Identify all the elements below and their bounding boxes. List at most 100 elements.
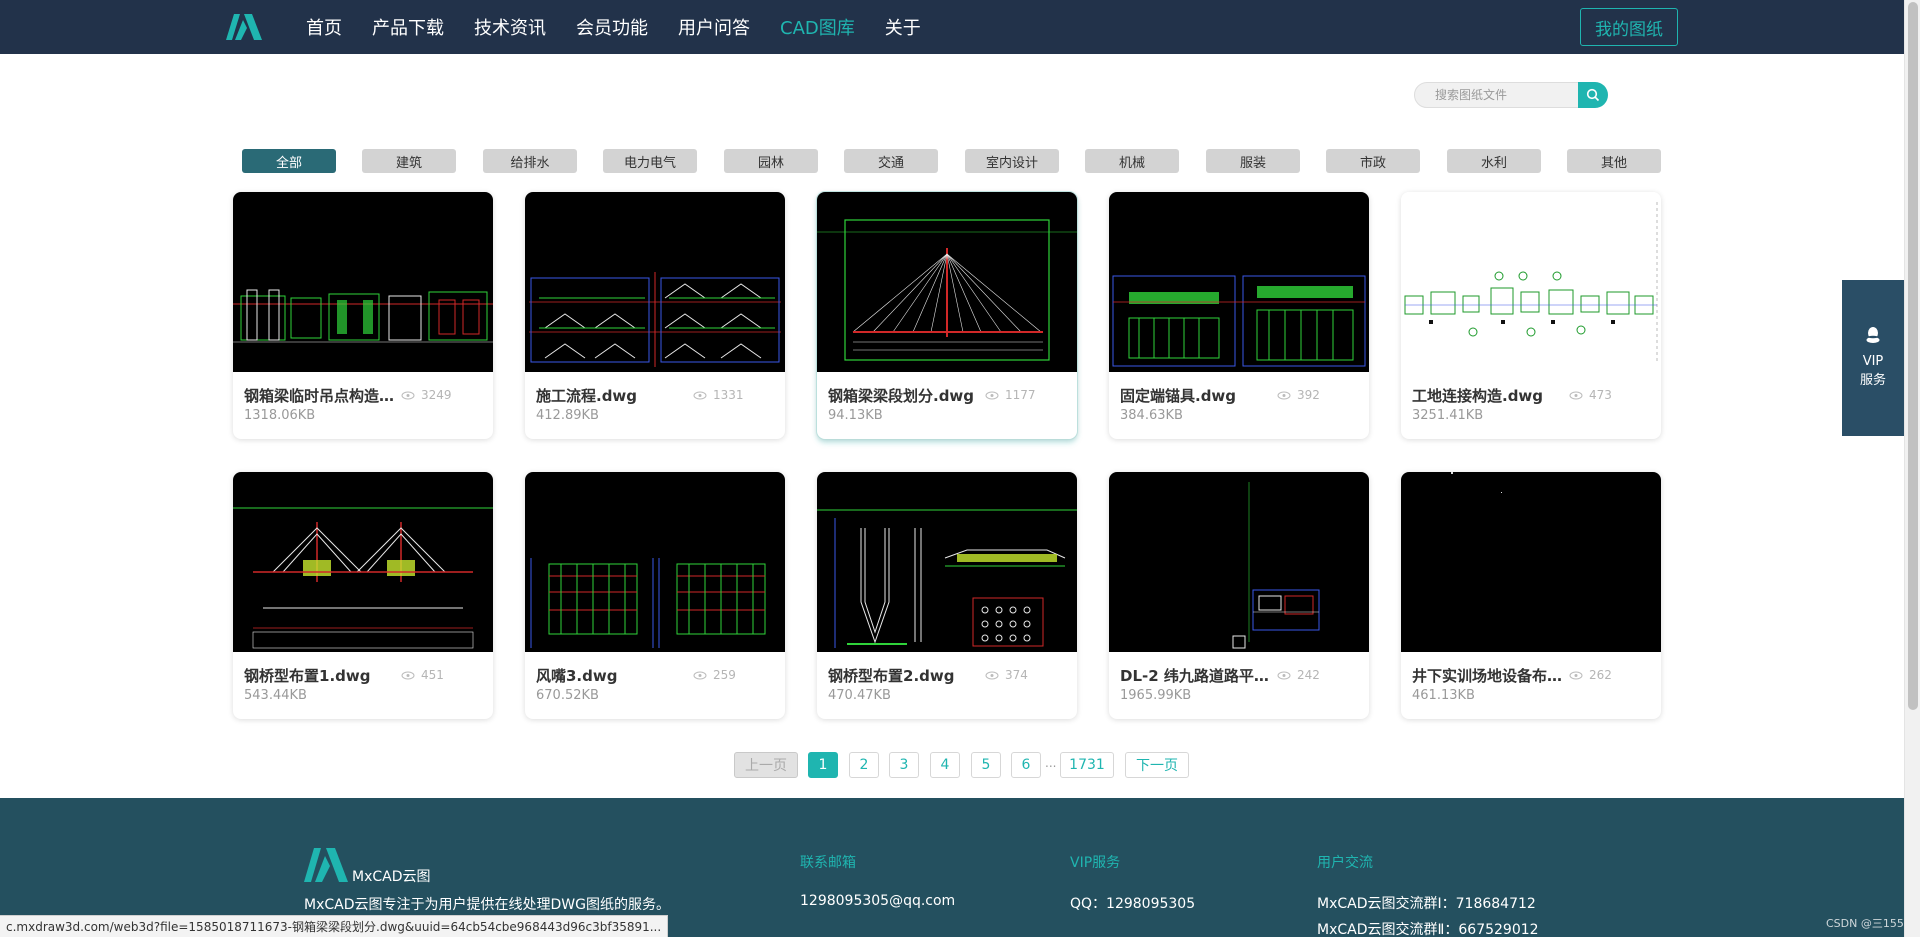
drawing-thumbnail[interactable] [1401,472,1661,652]
category-mechanical[interactable]: 机械 [1085,149,1179,173]
drawing-name[interactable]: 钢箱梁梁段划分.dwg [828,385,980,406]
status-bar-url: c.mxdraw3d.com/web3d?file=1585018711673-… [0,915,669,937]
drawing-thumbnail[interactable] [525,192,785,372]
drawing-card[interactable]: 井下实训场地设备布置图.dwg 262 461.13KB [1401,472,1661,719]
drawing-name[interactable]: 井下实训场地设备布置图.dwg [1412,665,1564,686]
page-1-button[interactable]: 1 [808,752,838,778]
category-electrical[interactable]: 电力电气 [603,149,697,173]
drawing-thumbnail[interactable] [1401,192,1661,372]
footer-group-2: MxCAD云图交流群Ⅱ：667529012 [1317,922,1539,937]
view-count: 374 [985,668,1028,682]
view-count: 473 [1569,388,1612,402]
vip-service-tab[interactable]: VIP 服务 [1842,280,1904,436]
drawing-card[interactable]: 固定端锚具.dwg 392 384.63KB [1109,192,1369,439]
view-count: 259 [693,668,736,682]
file-size: 1965.99KB [1120,688,1192,703]
page-6-button[interactable]: 6 [1011,752,1041,778]
search-icon [1586,88,1600,102]
view-count-value: 451 [421,668,444,682]
drawing-thumbnail[interactable] [817,472,1077,652]
file-size: 412.89KB [536,408,599,423]
nav-item-qa[interactable]: 用户问答 [678,14,750,40]
eye-icon [985,391,999,399]
drawing-card[interactable]: 钢桥型布置1.dwg 451 543.44KB [233,472,493,719]
nav-item-cad-gallery[interactable]: CAD图库 [780,14,855,40]
drawing-card[interactable]: 钢箱梁梁段划分.dwg 1177 94.13KB [817,192,1077,439]
drawing-name[interactable]: 钢桥型布置1.dwg [244,665,396,686]
drawing-name[interactable]: 钢桥型布置2.dwg [828,665,980,686]
drawing-card[interactable]: 工地连接构造.dwg 473 3251.41KB [1401,192,1661,439]
drawing-card[interactable]: 风嘴3.dwg 259 670.52KB [525,472,785,719]
view-count-value: 242 [1297,668,1320,682]
footer-brand: MxCAD云图 [352,869,431,885]
category-clothing[interactable]: 服装 [1206,149,1300,173]
drawing-thumbnail[interactable] [525,472,785,652]
drawing-card[interactable]: 施工流程.dwg 1331 412.89KB [525,192,785,439]
footer-group-title: 用户交流 [1317,855,1373,871]
footer-vip-title: VIP服务 [1070,855,1121,871]
category-interior[interactable]: 室内设计 [965,149,1059,173]
search-input[interactable] [1414,82,1580,108]
file-size: 94.13KB [828,408,883,423]
next-page-button[interactable]: 下一页 [1125,752,1189,778]
drawing-thumbnail[interactable] [1109,192,1369,372]
page-5-button[interactable]: 5 [971,752,1001,778]
drawing-thumbnail[interactable] [233,192,493,372]
scrollbar-thumb[interactable] [1908,2,1918,710]
drawing-thumbnail[interactable] [1109,472,1369,652]
eye-icon [693,671,707,679]
drawing-name[interactable]: DL-2 纬九路道路平面图.dwg [1120,665,1272,686]
vip-label-line1: VIP [1862,354,1884,369]
page-4-button[interactable]: 4 [930,752,960,778]
mxcad-logo-icon[interactable] [226,14,262,40]
nav-item-download[interactable]: 产品下载 [372,14,444,40]
category-plumbing[interactable]: 给排水 [483,149,577,173]
search-button[interactable] [1578,82,1608,108]
eye-icon [985,671,999,679]
category-municipal[interactable]: 市政 [1326,149,1420,173]
vip-service-label: VIP 服务 [1860,352,1886,390]
category-landscape[interactable]: 园林 [724,149,818,173]
prev-page-button[interactable]: 上一页 [734,752,798,778]
drawing-thumbnail[interactable] [817,192,1077,372]
footer-email[interactable]: 1298095305@qq.com [800,893,955,909]
drawing-name[interactable]: 工地连接构造.dwg [1412,385,1564,406]
category-other[interactable]: 其他 [1567,149,1661,173]
drawing-name[interactable]: 风嘴3.dwg [536,665,688,686]
drawing-name[interactable]: 施工流程.dwg [536,385,688,406]
category-all[interactable]: 全部 [242,149,336,173]
view-count: 3249 [401,388,452,402]
drawing-thumbnail[interactable] [233,472,493,652]
footer-group-1: MxCAD云图交流群Ⅰ：718684712 [1317,896,1536,912]
page-scrollbar[interactable] [1904,0,1920,937]
view-count: 262 [1569,668,1612,682]
page-2-button[interactable]: 2 [849,752,879,778]
nav-item-home[interactable]: 首页 [306,14,342,40]
nav-item-about[interactable]: 关于 [885,14,921,40]
view-count: 1177 [985,388,1036,402]
drawing-card[interactable]: 钢桥型布置2.dwg 374 470.47KB [817,472,1077,719]
drawing-card[interactable]: DL-2 纬九路道路平面图.dwg 242 1965.99KB [1109,472,1369,719]
mxcad-footer-logo-icon [304,848,348,882]
file-size: 470.47KB [828,688,891,703]
my-drawings-button[interactable]: 我的图纸 [1580,8,1678,46]
view-count: 1331 [693,388,744,402]
nav-item-tech-news[interactable]: 技术资讯 [474,14,546,40]
drawing-name[interactable]: 钢箱梁临时吊点构造.dwg [244,385,396,406]
eye-icon [1569,391,1583,399]
view-count-value: 262 [1589,668,1612,682]
view-count-value: 374 [1005,668,1028,682]
eye-icon [1569,671,1583,679]
nav-item-member[interactable]: 会员功能 [576,14,648,40]
category-hydraulic[interactable]: 水利 [1447,149,1541,173]
top-nav: 首页 产品下载 技术资讯 会员功能 用户问答 CAD图库 关于 我的图纸 [0,0,1904,54]
last-page-button[interactable]: 1731 [1060,752,1114,778]
page-3-button[interactable]: 3 [889,752,919,778]
footer-vip-qq: QQ：1298095305 [1070,896,1196,912]
category-architecture[interactable]: 建筑 [362,149,456,173]
main-menu: 首页 产品下载 技术资讯 会员功能 用户问答 CAD图库 关于 [306,0,951,54]
file-size: 384.63KB [1120,408,1183,423]
category-traffic[interactable]: 交通 [844,149,938,173]
drawing-card[interactable]: 钢箱梁临时吊点构造.dwg 3249 1318.06KB [233,192,493,439]
drawing-name[interactable]: 固定端锚具.dwg [1120,385,1272,406]
